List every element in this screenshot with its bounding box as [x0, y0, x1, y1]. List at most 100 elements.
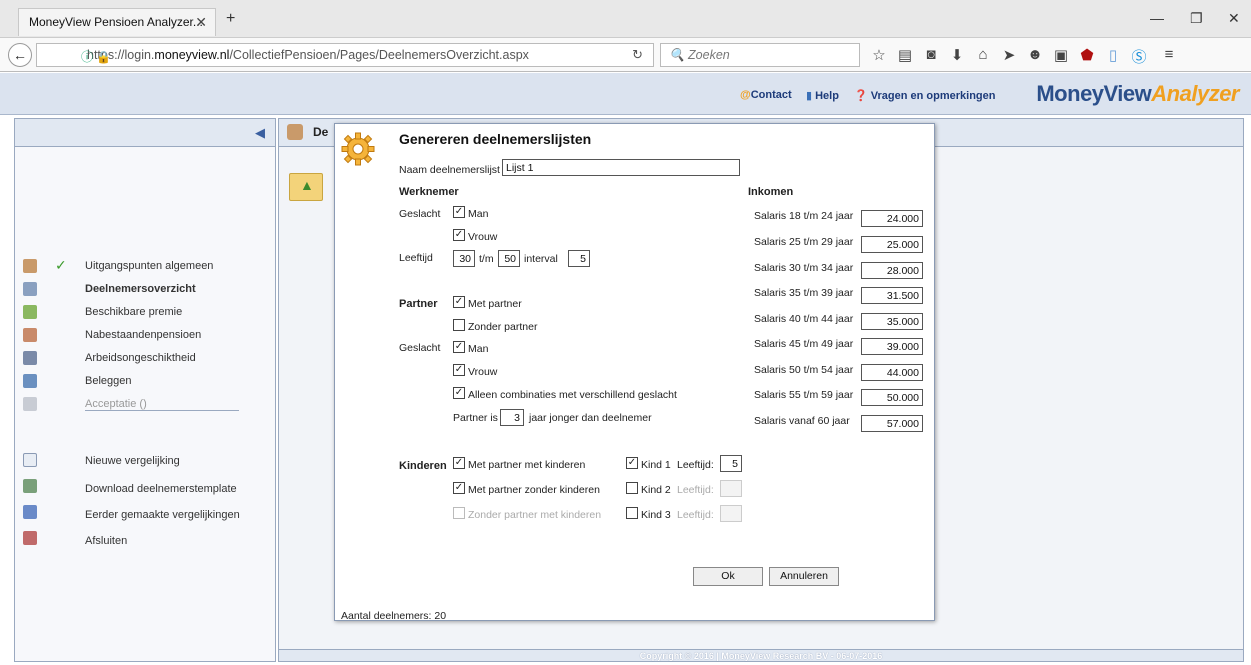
- kind2-age-input: [720, 480, 742, 497]
- minimize-icon[interactable]: —: [1150, 10, 1164, 26]
- main-title: De: [313, 125, 329, 139]
- salary-input[interactable]: 50.000: [861, 389, 923, 406]
- list-name-input[interactable]: Lijst 1: [502, 159, 740, 176]
- browser-nav-bar: ← ⓘ 🔒 https://login.moneyview.nl/Collect…: [0, 38, 1251, 72]
- met-partner-met-kinderen-checkbox[interactable]: ✓: [453, 457, 465, 469]
- ublock-icon[interactable]: ⬟: [1078, 46, 1096, 64]
- send-icon[interactable]: ➤: [1000, 46, 1018, 64]
- sidebar-header: ◀: [15, 119, 275, 147]
- kind1-leeftijd-label: Leeftijd:: [677, 459, 714, 471]
- reload-icon[interactable]: ↻: [632, 47, 643, 63]
- browser-tab[interactable]: MoneyView Pensioen Analyzer... ✕: [18, 8, 216, 36]
- leeftijd-label: Leeftijd: [399, 252, 433, 264]
- new-document-icon: [23, 453, 37, 467]
- man-checkbox[interactable]: ✓: [453, 206, 465, 218]
- back-icon[interactable]: ←: [8, 43, 32, 67]
- salary-input[interactable]: 57.000: [861, 415, 923, 432]
- interval-input[interactable]: 5: [568, 250, 590, 267]
- bookmark-star-icon[interactable]: ☆: [870, 46, 888, 64]
- extension-icon[interactable]: ▣: [1052, 46, 1070, 64]
- salary-label: Salaris vanaf 60 jaar: [754, 415, 850, 427]
- met-partner-checkbox[interactable]: ✓: [453, 296, 465, 308]
- kind3-checkbox[interactable]: [626, 507, 638, 519]
- sidebar-action-nieuwe-vergelijking[interactable]: Nieuwe vergelijking: [85, 455, 180, 467]
- salary-input[interactable]: 24.000: [861, 210, 923, 227]
- new-tab-icon[interactable]: +: [226, 10, 235, 28]
- partner-heading: Partner: [399, 298, 438, 310]
- sidebar-action-eerder-gemaakt[interactable]: Eerder gemaakte vergelijkingen: [85, 509, 240, 521]
- zonder-partner-checkbox[interactable]: [453, 319, 465, 331]
- ok-button[interactable]: Ok: [693, 567, 763, 586]
- salary-input[interactable]: 25.000: [861, 236, 923, 253]
- sidebar-item-nabestaandenpensioen[interactable]: Nabestaandenpensioen: [85, 329, 201, 341]
- kind2-checkbox[interactable]: [626, 482, 638, 494]
- partner-geslacht-label: Geslacht: [399, 342, 441, 354]
- brand-logo: MoneyViewAnalyzer: [1036, 81, 1239, 107]
- jonger-label: jaar jonger dan deelnemer: [529, 412, 652, 424]
- sidebar-item-uitgangspunten[interactable]: Uitgangspunten algemeen: [85, 260, 213, 272]
- kind3-leeftijd-label: Leeftijd:: [677, 509, 714, 521]
- search-input[interactable]: 🔍 Zoeken: [660, 43, 860, 67]
- sidebar-item-beleggen[interactable]: Beleggen: [85, 375, 132, 387]
- sidebar-item-acceptatie: Acceptatie (): [85, 398, 147, 410]
- kind1-age-input[interactable]: 5: [720, 455, 742, 472]
- person-icon: [23, 259, 37, 273]
- partner-man-checkbox[interactable]: ✓: [453, 341, 465, 353]
- inkomen-heading: Inkomen: [748, 186, 794, 198]
- download-icon[interactable]: ⬇: [948, 46, 966, 64]
- met-partner-met-kinderen-label: Met partner met kinderen: [468, 459, 586, 471]
- contact-link[interactable]: @Contact: [740, 89, 792, 101]
- salary-input[interactable]: 31.500: [861, 287, 923, 304]
- pocket-icon[interactable]: ◙: [922, 46, 940, 63]
- app-header: @Contact ▮ Help ❓ Vragen en opmerkingen …: [0, 73, 1251, 115]
- kind2-label: Kind 2: [641, 484, 671, 496]
- restore-icon[interactable]: ❐: [1190, 10, 1203, 27]
- archive-icon: [23, 505, 37, 519]
- notes-icon[interactable]: ▯: [1104, 46, 1122, 64]
- interval-label: interval: [524, 253, 558, 265]
- address-bar[interactable]: ⓘ 🔒 https://login.moneyview.nl/Collectie…: [36, 43, 654, 67]
- salary-input[interactable]: 35.000: [861, 313, 923, 330]
- combinaties-checkbox[interactable]: ✓: [453, 387, 465, 399]
- feedback-label: Vragen en opmerkingen: [870, 90, 996, 102]
- salary-input[interactable]: 28.000: [861, 262, 923, 279]
- kind1-checkbox[interactable]: ✓: [626, 457, 638, 469]
- home-icon[interactable]: ⌂: [974, 46, 992, 63]
- vrouw-checkbox[interactable]: ✓: [453, 229, 465, 241]
- zonder-partner-met-kinderen-checkbox: [453, 507, 465, 519]
- sidebar-action-download-template[interactable]: Download deelnemerstemplate: [85, 483, 237, 495]
- help-link[interactable]: ▮ Help: [806, 89, 839, 102]
- handshake-icon: [23, 397, 37, 411]
- partner-vrouw-checkbox[interactable]: ✓: [453, 364, 465, 376]
- salary-label: Salaris 18 t/m 24 jaar: [754, 210, 854, 222]
- kinderen-heading: Kinderen: [399, 460, 447, 472]
- sidebar-item-arbeidsongeschiktheid[interactable]: Arbeidsongeschiktheid: [85, 352, 196, 364]
- upload-folder-icon[interactable]: [289, 173, 323, 201]
- cancel-button[interactable]: Annuleren: [769, 567, 839, 586]
- salary-label: Salaris 55 t/m 59 jaar: [754, 389, 854, 401]
- partner-years-input[interactable]: 3: [500, 409, 524, 426]
- collapse-icon[interactable]: ◀: [255, 125, 265, 141]
- zonder-partner-label: Zonder partner: [468, 321, 538, 333]
- salary-label: Salaris 35 t/m 39 jaar: [754, 287, 854, 299]
- age-from-input[interactable]: 30: [453, 250, 475, 267]
- close-window-icon[interactable]: ✕: [1228, 10, 1240, 27]
- close-tab-icon[interactable]: ✕: [195, 14, 207, 31]
- combinaties-label: Alleen combinaties met verschillend gesl…: [468, 389, 677, 401]
- sidebar-item-deelnemersoverzicht[interactable]: Deelnemersoverzicht: [85, 283, 196, 295]
- age-to-input[interactable]: 50: [498, 250, 520, 267]
- reader-icon[interactable]: ▤: [896, 46, 914, 64]
- menu-icon[interactable]: ≡: [1160, 46, 1178, 63]
- sidebar-action-afsluiten[interactable]: Afsluiten: [85, 535, 127, 547]
- salary-input[interactable]: 39.000: [861, 338, 923, 355]
- smiley-icon[interactable]: ☻: [1026, 46, 1044, 63]
- feedback-link[interactable]: ❓ Vragen en opmerkingen: [854, 89, 995, 102]
- contact-label: Contact: [750, 89, 792, 101]
- url-path: /CollectiefPensioen/Pages/DeelnemersOver…: [229, 48, 529, 62]
- sidebar-item-beschikbare-premie[interactable]: Beschikbare premie: [85, 306, 182, 318]
- met-partner-zonder-kinderen-checkbox[interactable]: ✓: [453, 482, 465, 494]
- skype-icon[interactable]: Ⓢ: [1130, 46, 1148, 67]
- salary-input[interactable]: 44.000: [861, 364, 923, 381]
- generate-list-dialog: Genereren deelnemerslijsten Naam deelnem…: [334, 123, 935, 622]
- download-template-icon: [23, 479, 37, 493]
